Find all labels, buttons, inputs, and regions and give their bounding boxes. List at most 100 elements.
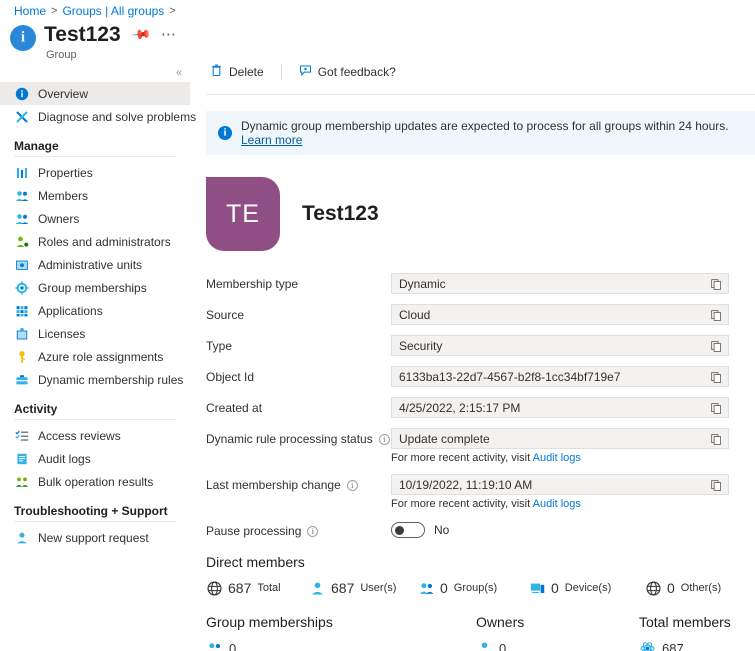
summary-column-total-members: Total members 687 xyxy=(639,614,731,651)
sidebar-divider-3 xyxy=(14,521,176,522)
copy-icon[interactable] xyxy=(708,431,725,447)
property-value-wrap: Dynamic xyxy=(391,273,755,294)
pause-processing-toggle[interactable] xyxy=(391,522,425,538)
bulk-operations-icon xyxy=(14,474,29,489)
main-content: Delete Got feedback? Dynamic group membe… xyxy=(206,58,755,651)
sidebar-item-new-support-request[interactable]: New support request xyxy=(0,526,190,549)
sidebar-item-licenses[interactable]: Licenses xyxy=(0,322,190,345)
sidebar-item-audit-logs[interactable]: Audit logs xyxy=(0,447,190,470)
property-label: Type xyxy=(206,339,233,353)
stat-count: 0 xyxy=(551,580,559,596)
sidebar-item-diagnose[interactable]: Diagnose and solve problems xyxy=(0,105,196,128)
copy-icon[interactable] xyxy=(708,477,725,493)
support-person-icon xyxy=(14,530,29,545)
property-value-wrap: 10/19/2022, 11:19:10 AM For more recent … xyxy=(391,474,755,510)
dynamic-rules-icon xyxy=(14,372,29,387)
more-options-icon[interactable]: ⋯ xyxy=(161,27,177,42)
sidebar-item-label: Access reviews xyxy=(38,428,121,443)
property-row-source: Source Cloud xyxy=(206,304,755,325)
stat-unit: Total xyxy=(257,582,281,594)
property-value-wrap: 4/25/2022, 2:15:17 PM xyxy=(391,397,755,418)
trash-icon xyxy=(210,64,223,80)
breadcrumb-item-groups[interactable]: Groups | All groups xyxy=(62,4,164,18)
sidebar-item-bulk-operation-results[interactable]: Bulk operation results xyxy=(0,470,190,493)
last-membership-change-field[interactable]: 10/19/2022, 11:19:10 AM xyxy=(391,474,729,495)
sidebar-nav: « Overview Diagnose and solve problems M… xyxy=(0,67,196,651)
summary-heading: Total members xyxy=(639,614,731,630)
info-circle-icon xyxy=(10,25,36,51)
user-icon xyxy=(309,580,325,596)
toggle-state-label: No xyxy=(434,523,450,537)
breadcrumb-item-home[interactable]: Home xyxy=(14,4,46,18)
property-label: Last membership change i xyxy=(206,474,391,492)
type-field[interactable]: Security xyxy=(391,335,729,356)
stat-count: 0 xyxy=(440,580,448,596)
property-value: Security xyxy=(399,338,443,353)
sidebar-item-access-reviews[interactable]: Access reviews xyxy=(0,424,190,447)
pause-processing-control: No xyxy=(391,520,449,538)
summary-value-row[interactable]: 0 xyxy=(206,640,476,651)
stat-devices[interactable]: 0 Device(s) xyxy=(529,580,645,596)
property-value-wrap: 6133ba13-22d7-4567-b2f8-1cc34bf719e7 xyxy=(391,366,755,387)
property-value: 6133ba13-22d7-4567-b2f8-1cc34bf719e7 xyxy=(399,369,621,384)
copy-icon[interactable] xyxy=(708,276,725,292)
summary-value-row[interactable]: 687 xyxy=(639,640,731,651)
info-circle-icon xyxy=(14,86,29,101)
sidebar-item-dynamic-membership-rules[interactable]: Dynamic membership rules xyxy=(0,368,190,391)
audit-logs-link[interactable]: Audit logs xyxy=(533,498,581,510)
object-id-field[interactable]: 6133ba13-22d7-4567-b2f8-1cc34bf719e7 xyxy=(391,366,729,387)
property-value: 4/25/2022, 2:15:17 PM xyxy=(399,400,521,415)
property-label: Created at xyxy=(206,401,263,415)
stat-unit: User(s) xyxy=(360,582,397,594)
stat-total[interactable]: 687 Total xyxy=(206,580,309,596)
property-label: Pause processing i xyxy=(206,520,391,538)
info-circle-icon xyxy=(218,126,232,140)
sidebar-item-roles-administrators[interactable]: Roles and administrators xyxy=(0,230,190,253)
roles-icon xyxy=(14,234,29,249)
feedback-icon xyxy=(299,64,312,80)
audit-logs-link[interactable]: Audit logs xyxy=(533,452,581,464)
pin-icon[interactable]: 📌 xyxy=(129,24,152,47)
summary-value: 687 xyxy=(662,640,684,651)
copy-icon[interactable] xyxy=(708,400,725,416)
dynamic-rule-status-field[interactable]: Update complete xyxy=(391,428,729,449)
stat-count: 687 xyxy=(228,580,252,596)
property-row-type: Type Security xyxy=(206,335,755,356)
property-row-dynamic-rule-processing-status: Dynamic rule processing status i Update … xyxy=(206,428,755,464)
sidebar-item-overview[interactable]: Overview xyxy=(0,82,190,105)
sidebar-item-azure-role-assignments[interactable]: Azure role assignments xyxy=(0,345,190,368)
sidebar-item-label: Roles and administrators xyxy=(38,234,171,249)
copy-icon[interactable] xyxy=(708,338,725,354)
sidebar-divider xyxy=(14,156,176,157)
sidebar-item-administrative-units[interactable]: Administrative units xyxy=(0,253,190,276)
info-tooltip-icon[interactable]: i xyxy=(378,433,390,445)
info-tooltip-icon[interactable]: i xyxy=(346,479,358,491)
sidebar-item-label: Administrative units xyxy=(38,257,143,272)
got-feedback-button[interactable]: Got feedback? xyxy=(295,62,400,82)
stat-groups[interactable]: 0 Group(s) xyxy=(418,580,529,596)
summary-value-row[interactable]: 0 xyxy=(476,640,639,651)
info-tooltip-icon[interactable]: i xyxy=(307,525,319,537)
summary-column-owners: Owners 0 xyxy=(476,614,639,651)
created-at-field[interactable]: 4/25/2022, 2:15:17 PM xyxy=(391,397,729,418)
membership-type-field[interactable]: Dynamic xyxy=(391,273,729,294)
sidebar-item-group-memberships[interactable]: Group memberships xyxy=(0,276,190,299)
sidebar-item-owners[interactable]: Owners xyxy=(0,207,190,230)
source-field[interactable]: Cloud xyxy=(391,304,729,325)
user-icon xyxy=(476,640,492,651)
learn-more-link[interactable]: Learn more xyxy=(241,133,302,147)
key-icon xyxy=(14,349,29,364)
stat-others[interactable]: 0 Other(s) xyxy=(645,580,721,596)
delete-button[interactable]: Delete xyxy=(206,62,268,82)
property-label: Source xyxy=(206,308,245,322)
copy-icon[interactable] xyxy=(708,307,725,323)
collapse-sidebar-icon[interactable]: « xyxy=(176,67,182,79)
stat-unit: Other(s) xyxy=(680,582,722,594)
sidebar-item-members[interactable]: Members xyxy=(0,184,190,207)
copy-icon[interactable] xyxy=(708,369,725,385)
sidebar-item-properties[interactable]: Properties xyxy=(0,161,190,184)
direct-members-stats: 687 Total 687 User(s) 0 Group(s) 0 Devic… xyxy=(206,580,755,596)
properties-icon xyxy=(14,165,29,180)
stat-users[interactable]: 687 User(s) xyxy=(309,580,418,596)
sidebar-item-applications[interactable]: Applications xyxy=(0,299,190,322)
